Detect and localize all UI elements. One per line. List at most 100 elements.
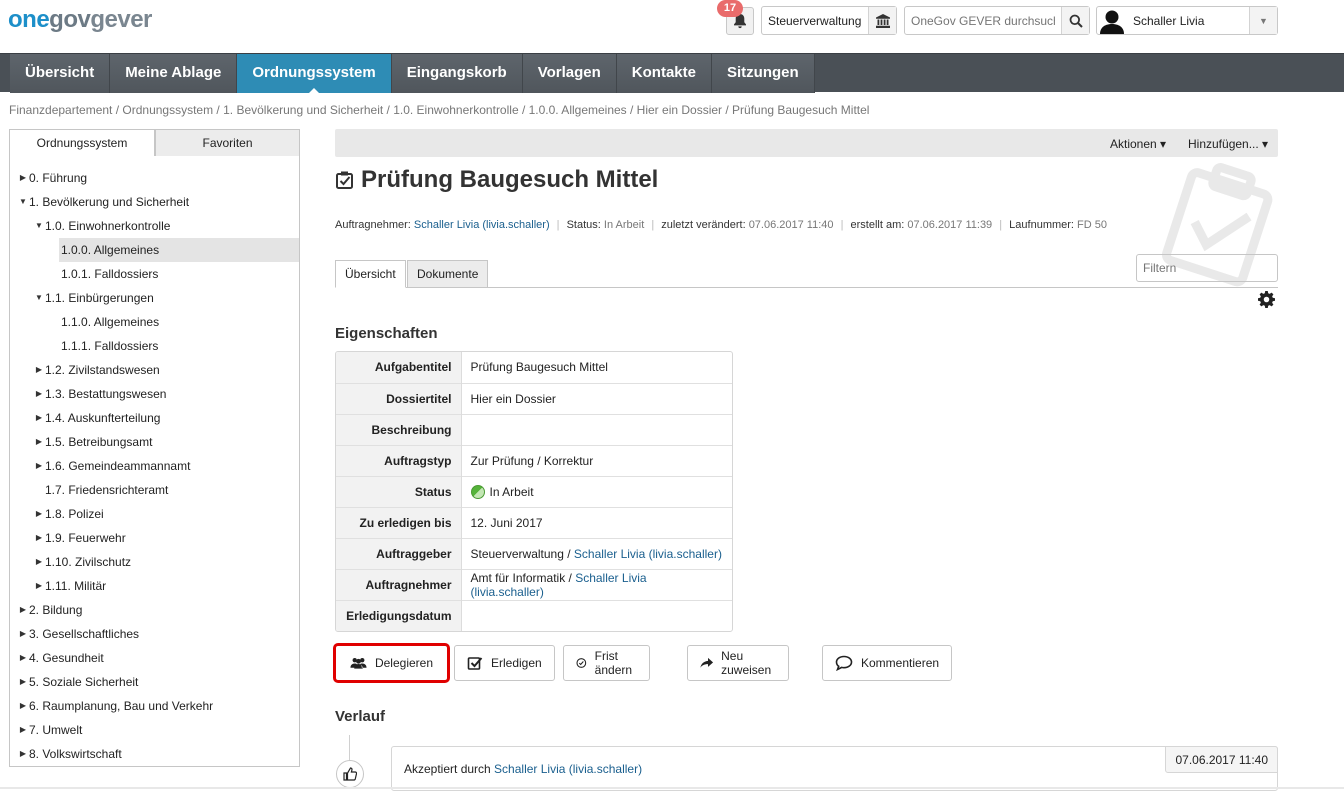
share-arrow-icon [700,657,714,668]
tree-item-label: 3. Gesellschaftliches [29,627,140,641]
complete-button[interactable]: Erledigen [454,645,555,681]
tree-item[interactable]: ▶ 1.3. Bestattungswesen [10,382,299,406]
tab-dokumente[interactable]: Dokumente [407,260,489,288]
tree-item[interactable]: ▶ 8. Volkswirtschaft [10,742,299,766]
chevron-right-icon[interactable]: ▶ [18,742,28,766]
tree-item[interactable]: 1.7. Friedensrichteramt [10,478,299,502]
chevron-right-icon[interactable]: ▶ [18,646,28,670]
chevron-right-icon[interactable]: ▶ [34,406,44,430]
tree-item[interactable]: ▶ 1.8. Polizei [10,502,299,526]
institution-icon [868,7,896,34]
chevron-down-icon[interactable]: ▼ [1249,7,1277,34]
chevron-down-icon[interactable]: ▼ [34,214,44,238]
tree-item[interactable]: ▶ 1.9. Feuerwehr [10,526,299,550]
delegate-button[interactable]: Delegieren [333,643,450,683]
table-row: Zu erledigen bis 12. Juni 2017 [336,506,732,538]
nav-item-vorlagen[interactable]: Vorlagen [522,54,617,93]
tree-item[interactable]: ▶ 5. Soziale Sicherheit [10,670,299,694]
chevron-down-icon[interactable]: ▼ [34,286,44,310]
reassign-button[interactable]: Neu zuweisen [687,645,790,681]
tree-item[interactable]: ▶ 6. Raumplanung, Bau und Verkehr [10,694,299,718]
tree-item[interactable]: ▶ 7. Umwelt [10,718,299,742]
chevron-right-icon[interactable]: ▶ [34,574,44,598]
tree-item[interactable]: ▼ 1. Bevölkerung und Sicherheit [10,190,299,214]
logo-part-gever: gever [90,6,152,33]
tree-item-label: 1.6. Gemeindeammannamt [45,459,191,473]
nav-item-kontakte[interactable]: Kontakte [616,54,712,93]
nav-item-eingangskorb[interactable]: Eingangskorb [391,54,523,93]
settings-button[interactable] [1258,291,1275,311]
tree-item-label: 1.8. Polizei [45,507,104,521]
actions-menu[interactable]: Aktionen ▾ [1110,137,1166,151]
reassign-label: Neu zuweisen [721,649,772,677]
chevron-right-icon[interactable]: ▶ [18,166,28,190]
table-row: Auftraggeber Steuerverwaltung / Schaller … [336,537,732,569]
tree-item[interactable]: 1.0.1. Falldossiers [10,262,299,286]
tab-ordnungssystem[interactable]: Ordnungssystem [9,129,155,157]
nav-item-sitzungen[interactable]: Sitzungen [711,54,815,93]
chevron-right-icon[interactable]: ▶ [18,598,28,622]
chevron-right-icon[interactable]: ▶ [18,622,28,646]
chevron-right-icon[interactable]: ▶ [18,718,28,742]
search-box[interactable] [904,6,1090,35]
prop-value: Zur Prüfung / Korrektur [461,444,732,476]
meta-assignee-link[interactable]: Schaller Livia (livia.schaller) [414,219,550,231]
chevron-right-icon[interactable]: ▶ [34,526,44,550]
tree-item[interactable]: ▶ 2. Bildung [10,598,299,622]
tree-item[interactable]: 1.0.0. Allgemeines [59,238,299,262]
org-unit-selector[interactable]: Steuerverwaltung [761,6,897,35]
tab-uebersicht[interactable]: Übersicht [335,260,406,288]
tree-item[interactable]: ▶ 1.4. Auskunfterteilung [10,406,299,430]
tree-item[interactable]: 1.1.0. Allgemeines [10,310,299,334]
change-deadline-button[interactable]: Frist ändern [563,645,651,681]
search-input[interactable] [905,7,1061,34]
tree-item-label: 1.1. Einbürgerungen [45,291,154,305]
chevron-right-icon[interactable]: ▶ [18,694,28,718]
chevron-right-icon[interactable]: ▶ [34,454,44,478]
add-menu[interactable]: Hinzufügen... ▾ [1188,137,1268,151]
history-heading: Verlauf [335,708,386,725]
filter-input[interactable] [1137,255,1277,281]
tree-item[interactable]: 1.1.1. Falldossiers [10,334,299,358]
tree-item[interactable]: ▶ 0. Führung [10,166,299,190]
comment-button[interactable]: Kommentieren [822,645,953,681]
tree-item[interactable]: ▼ 1.1. Einbürgerungen [10,286,299,310]
chevron-right-icon[interactable]: ▶ [34,430,44,454]
chevron-right-icon[interactable]: ▶ [18,670,28,694]
prop-key: Status [336,475,462,507]
history-entry-user-link[interactable]: Schaller Livia (livia.schaller) [494,762,642,776]
tree-item[interactable]: ▶ 3. Gesellschaftliches [10,622,299,646]
filter-box[interactable] [1136,254,1278,282]
chevron-right-icon[interactable]: ▶ [34,358,44,382]
breadcrumb[interactable]: Finanzdepartement / Ordnungssystem / 1. … [9,103,869,117]
issuer-user-link[interactable]: Schaller Livia (livia.schaller) [574,547,722,561]
tree-item[interactable]: ▶ 1.11. Militär [10,574,299,598]
nav-item-ordnungssystem[interactable]: Ordnungssystem [237,54,392,94]
tree-item[interactable]: ▶ 1.5. Betreibungsamt [10,430,299,454]
tree-item-label: 5. Soziale Sicherheit [29,675,139,689]
tree-item[interactable]: ▶ 1.2. Zivilstandswesen [10,358,299,382]
tree-item[interactable]: ▶ 1.6. Gemeindeammannamt [10,454,299,478]
tree-item[interactable]: ▶ 1.10. Zivilschutz [10,550,299,574]
task-title: Prüfung Baugesuch Mittel [361,166,659,193]
prop-key: Beschreibung [336,413,462,445]
tree-item-label: 1.0. Einwohnerkontrolle [45,219,171,233]
tree-item[interactable]: ▶ 4. Gesundheit [10,646,299,670]
tree-item-label: 1.10. Zivilschutz [45,555,132,569]
chevron-down-icon[interactable]: ▼ [18,190,28,214]
chevron-right-icon[interactable]: ▶ [34,382,44,406]
chevron-right-icon[interactable]: ▶ [34,550,44,574]
meta-status-label: Status: [566,219,601,231]
nav-item-meine-ablage[interactable]: Meine Ablage [110,54,238,93]
user-menu[interactable]: Schaller Livia ▼ [1096,6,1278,35]
tab-favoriten[interactable]: Favoriten [155,129,300,157]
app-logo[interactable]: onegovgever [8,6,152,34]
tree-item[interactable]: ▼ 1.0. Einwohnerkontrolle [10,214,299,238]
chevron-right-icon[interactable]: ▶ [34,502,44,526]
properties-heading: Eigenschaften [335,325,438,342]
search-button[interactable] [1061,7,1089,34]
nav-item-uebersicht[interactable]: Übersicht [10,54,111,93]
prop-key: Zu erledigen bis [336,506,462,538]
status-value: In Arbeit [489,484,534,499]
prop-value: Steuerverwaltung / Schaller Livia (livia… [461,537,732,569]
